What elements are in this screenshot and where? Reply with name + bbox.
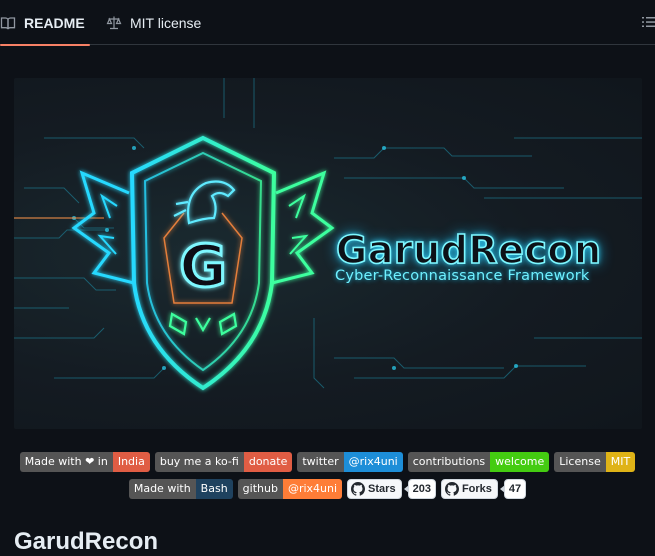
github-stars-button[interactable]: Stars 203 xyxy=(347,479,436,499)
stars-count: 203 xyxy=(403,479,436,499)
badge-value: donate xyxy=(243,452,293,472)
badge-label: github xyxy=(237,479,283,499)
github-forks-button[interactable]: Forks 47 xyxy=(440,479,527,499)
banner-subtitle: Cyber-Reconnaissance Framework xyxy=(335,268,590,284)
badge-github[interactable]: github @rix4uni xyxy=(237,479,343,499)
badge-value: @rix4uni xyxy=(282,479,343,499)
tab-mit-license-label: MIT license xyxy=(130,14,202,31)
law-icon xyxy=(106,15,122,31)
forks-button-face: Forks xyxy=(440,479,498,499)
badge-contributions[interactable]: contributions welcome xyxy=(407,452,550,472)
stars-button-face: Stars xyxy=(347,479,402,499)
badge-ko-fi-donate[interactable]: buy me a ko-fi donate xyxy=(154,452,293,472)
badge-value: Bash xyxy=(195,479,233,499)
badge-label: contributions xyxy=(407,452,491,472)
emblem-letter: G xyxy=(179,232,227,300)
github-mark-icon xyxy=(444,482,459,496)
badge-value: welcome xyxy=(490,452,550,472)
badge-row-1: Made with ❤ in India buy me a ko-fi dona… xyxy=(0,452,655,472)
badge-made-with-bash[interactable]: Made with Bash xyxy=(128,479,233,499)
book-icon xyxy=(0,15,16,31)
badge-label: Made with xyxy=(128,479,196,499)
tab-mit-license[interactable]: MIT license xyxy=(106,0,201,45)
outline-list-icon[interactable] xyxy=(641,14,655,30)
readme-tab-bar: README MIT license xyxy=(0,0,655,46)
tab-readme[interactable]: README xyxy=(0,0,90,46)
badge-label: twitter xyxy=(297,452,344,472)
readme-heading: GarudRecon xyxy=(14,528,159,555)
badge-made-in-india[interactable]: Made with ❤ in India xyxy=(19,452,150,472)
badge-value: India xyxy=(112,452,150,472)
badge-value: @rix4uni xyxy=(343,452,403,472)
badge-twitter[interactable]: twitter @rix4uni xyxy=(297,452,403,472)
badge-label: buy me a ko-fi xyxy=(154,452,244,472)
badge-value: MIT xyxy=(605,452,636,472)
tab-readme-label: README xyxy=(24,14,85,31)
forks-label: Forks xyxy=(461,483,492,495)
forks-count: 47 xyxy=(499,479,527,499)
banner-title: GarudRecon xyxy=(335,227,602,273)
stars-label: Stars xyxy=(368,483,396,495)
badge-row-2: Made with Bash github @rix4uni Stars 203… xyxy=(0,479,655,499)
badge-license[interactable]: License MIT xyxy=(554,452,636,472)
github-mark-icon xyxy=(351,482,366,496)
garudrecon-banner-image: G GarudRecon Cyber-Reconnaissance Framew… xyxy=(14,78,642,429)
badge-label: License xyxy=(554,452,606,472)
badge-label: Made with ❤ in xyxy=(19,452,113,472)
